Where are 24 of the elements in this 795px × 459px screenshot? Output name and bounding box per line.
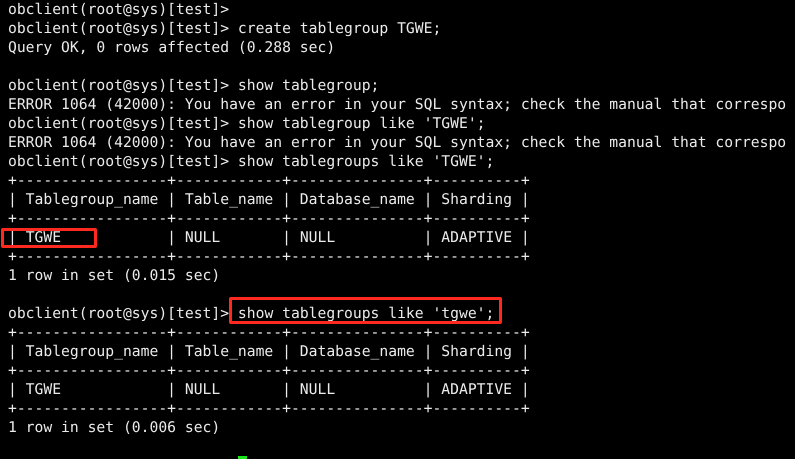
table-border: +-----------------+------------+---------------+----------+	[8, 362, 530, 379]
command-prompt: obclient(root@sys)[test]>	[8, 305, 230, 322]
command-line: obclient(root@sys)[test]> create tablegroup TGWE;	[8, 20, 442, 37]
output-text: Query OK, 0 rows affected (0.288 sec)	[8, 39, 336, 56]
command-line: obclient(root@sys)[test]> show tablegroups like 'TGWE';	[8, 153, 494, 170]
table-border: +-----------------+------------+---------------+----------+	[8, 324, 530, 341]
table-row-text: | NULL | NULL | ADAPTIVE |	[166, 229, 530, 246]
table-border: +-----------------+------------+---------------+----------+	[8, 400, 530, 417]
error-message: ERROR 1064 (42000): You have an error in your SQL syntax; check the manual that correspo	[8, 96, 786, 113]
command-line: obclient(root@sys)[test]>	[8, 1, 230, 18]
table-row: | Tablegroup_name | Table_name | Database_name | Sharding |	[8, 343, 530, 360]
table-row: | Tablegroup_name | Table_name | Database_name | Sharding |	[8, 191, 530, 208]
table-row-text: |	[8, 229, 18, 246]
command-line: obclient(root@sys)[test]> show tablegroup;	[8, 77, 380, 94]
command-text: show tablegroups like 'tgwe';	[238, 305, 494, 322]
output-text: 1 row in set (0.006 sec)	[8, 419, 220, 436]
output-text: 1 row in set (0.015 sec)	[8, 267, 220, 284]
command-line: obclient(root@sys)[test]> show tablegroup like 'TGWE';	[8, 115, 486, 132]
table-border: +-----------------+------------+---------------+----------+	[8, 172, 530, 189]
table-row: | TGWE | NULL | NULL | ADAPTIVE |	[8, 381, 530, 398]
error-message: ERROR 1064 (42000): You have an error in your SQL syntax; check the manual that correspo	[8, 134, 786, 151]
table-border: +-----------------+------------+---------------+----------+	[8, 210, 530, 227]
table-cell: TGWE	[26, 229, 62, 246]
table-border: +-----------------+------------+---------------+----------+	[8, 248, 530, 265]
